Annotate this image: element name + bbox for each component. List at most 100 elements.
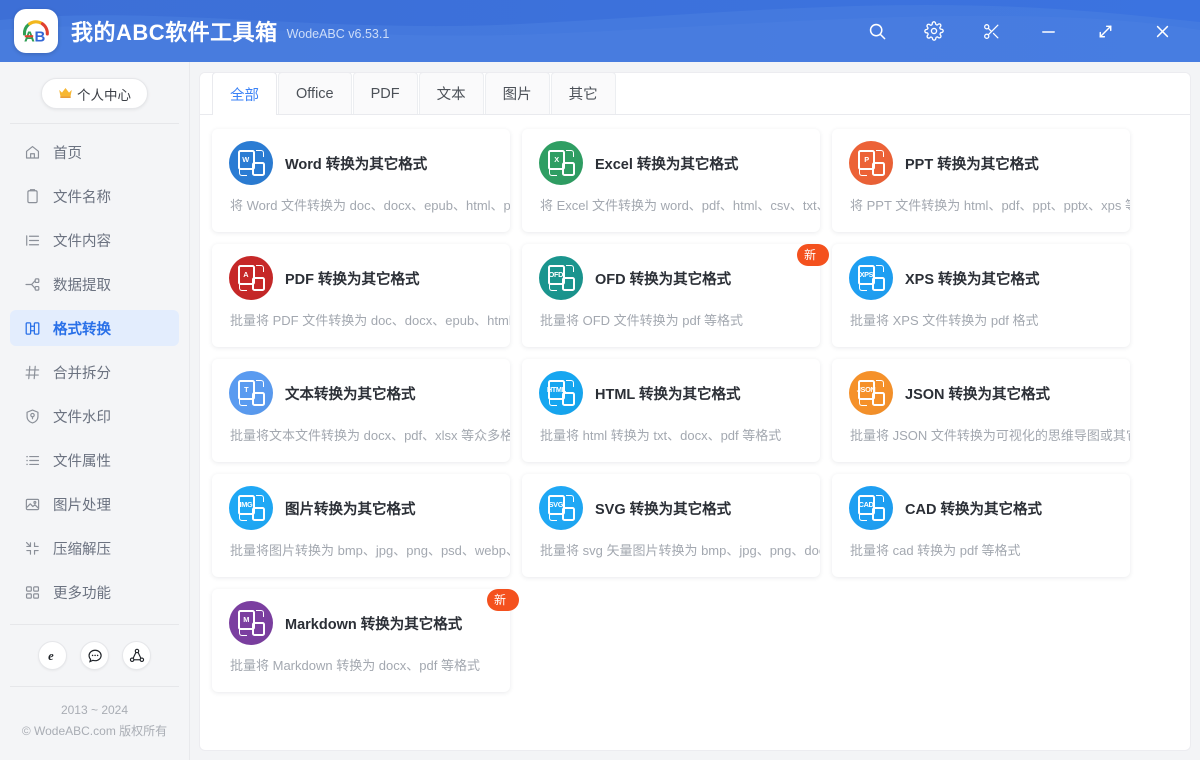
tool-card-head: JSON JSON 转换为其它格式 xyxy=(832,359,1130,415)
tool-card[interactable]: IMG 图片转换为其它格式 批量将图片转换为 bmp、jpg、png、psd、web… xyxy=(212,474,510,577)
tool-card-description: 批量将 XPS 文件转换为 pdf 格式 xyxy=(850,313,1039,328)
sidebar-item-label: 压缩解压 xyxy=(53,541,111,558)
tool-card[interactable]: XPS XPS 转换为其它格式批量将 XPS 文件转换为 pdf 格式 xyxy=(832,244,1130,347)
image-icon xyxy=(23,495,42,514)
sidebar-item-label: 文件属性 xyxy=(53,453,111,470)
tool-card-head: XPS XPS 转换为其它格式 xyxy=(832,244,1130,300)
tab-other[interactable]: 其它 xyxy=(550,73,616,114)
minimize-icon[interactable] xyxy=(1024,0,1072,62)
tab-image[interactable]: 图片 xyxy=(484,73,550,114)
sidebar-item-watermark[interactable]: 文件水印 xyxy=(10,398,179,434)
sidebar-item-file-content[interactable]: 文件内容 xyxy=(10,222,179,258)
sidebar-item-format-convert[interactable]: 格式转换 xyxy=(10,310,179,346)
personal-center-button[interactable]: 个人中心 xyxy=(41,78,148,109)
tool-card-wrap: IMG 图片转换为其它格式 批量将图片转换为 bmp、jpg、png、psd、web… xyxy=(212,474,510,577)
sidebar-item-home[interactable]: 首页 xyxy=(10,134,179,170)
extract-icon xyxy=(23,275,42,294)
sidebar-item-label: 首页 xyxy=(53,145,82,162)
list-icon xyxy=(23,451,42,470)
tool-card[interactable]: CAD CAD 转换为其它格式 批量将 cad 转换为 pdf 等格式 xyxy=(832,474,1130,577)
tool-card-head: X Excel 转换为其它格式 xyxy=(522,129,820,185)
maximize-icon[interactable] xyxy=(1081,0,1129,62)
tool-card-icon: JSON xyxy=(849,371,893,415)
tool-card-title: CAD 转换为其它格式 xyxy=(905,501,1042,518)
crown-icon xyxy=(58,86,73,101)
tool-card[interactable]: SVG SVG 转换为其它格式 批量将 svg 矢量图片转换为 bmp、jpg、pn… xyxy=(522,474,820,577)
sidebar-item-label: 文件水印 xyxy=(53,409,111,426)
sidebar-item-file-name[interactable]: 文件名称 xyxy=(10,178,179,214)
tool-card-title: JSON 转换为其它格式 xyxy=(905,386,1051,403)
tool-card-description: 批量将 OFD 文件转换为 pdf 等格式 xyxy=(540,313,743,328)
sidebar-item-image-processing[interactable]: 图片处理 xyxy=(10,486,179,522)
sidebar-item-compress[interactable]: 压缩解压 xyxy=(10,530,179,566)
svg-text:B: B xyxy=(35,29,46,46)
tool-card-description: 批量将 PDF 文件转换为 doc、docx、epub、html、 xyxy=(230,313,510,328)
tool-card-description: 批量将 JSON 文件转换为可视化的思维导图或其它格 xyxy=(850,428,1130,443)
apps-grid-icon xyxy=(23,583,42,602)
sidebar-item-more-features[interactable]: 更多功能 xyxy=(10,574,179,610)
tool-card-wrap: A PDF 转换为其它格式批量将 PDF 文件转换为 doc、docx、epub、… xyxy=(212,244,510,347)
sidebar-item-data-extract[interactable]: 数据提取 xyxy=(10,266,179,302)
tab-pdf[interactable]: PDF xyxy=(352,73,418,114)
tool-card-head: W Word 转换为其它格式 xyxy=(212,129,510,185)
sidebar-item-merge-split[interactable]: 合并拆分 xyxy=(10,354,179,390)
tool-card-icon: CAD xyxy=(849,486,893,530)
tool-card-title: Excel 转换为其它格式 xyxy=(595,156,739,173)
tool-card[interactable]: M Markdown 转换为其它格式 批量将 Markdown 转换为 docx、p… xyxy=(212,589,510,692)
tool-card-head: IMG 图片转换为其它格式 xyxy=(212,474,510,530)
tool-card-head: HTML HTML 转换为其它格式 xyxy=(522,359,820,415)
sidebar-item-file-attributes[interactable]: 文件属性 xyxy=(10,442,179,478)
tool-card-head: A PDF 转换为其它格式 xyxy=(212,244,510,300)
tool-card-title: PDF 转换为其它格式 xyxy=(285,271,420,288)
scissors-icon[interactable] xyxy=(967,0,1015,62)
home-icon xyxy=(23,143,42,162)
tool-card[interactable]: HTML HTML 转换为其它格式 批量将 html 转换为 txt、docx、pd… xyxy=(522,359,820,462)
tool-card[interactable]: T 文本转换为其它格式 批量将文本文件转换为 docx、pdf、xlsx 等众多格式 xyxy=(212,359,510,462)
tab-text[interactable]: 文本 xyxy=(418,73,484,114)
tool-card-description: 批量将 Markdown 转换为 docx、pdf 等格式 xyxy=(230,658,480,673)
tool-card-title: HTML 转换为其它格式 xyxy=(595,386,741,403)
tool-card[interactable]: A PDF 转换为其它格式批量将 PDF 文件转换为 doc、docx、epub、… xyxy=(212,244,510,347)
tool-card[interactable]: P PPT 转换为其它格式将 PPT 文件转换为 html、pdf、ppt、ppt… xyxy=(832,129,1130,232)
tool-card[interactable]: OFD OFD 转换为其它格式批量将 OFD 文件转换为 pdf 等格式 xyxy=(522,244,820,347)
settings-gear-icon[interactable] xyxy=(910,0,958,62)
tool-card-icon: OFD xyxy=(539,256,583,300)
tool-card-grid: W Word 转换为其它格式将 Word 文件转换为 doc、docx、epub、… xyxy=(200,115,1190,692)
content-panel: 全部 Office PDF 文本 图片 其它 W Word 转换为其它格式将 Wo… xyxy=(200,73,1190,750)
copyright-owner: © WodeABC.com 版权所有 xyxy=(21,724,168,738)
tool-card-wrap: OFD OFD 转换为其它格式 批量将 OFD 文件转换为 pdf 等格式 新 xyxy=(522,244,829,347)
new-badge: 新 xyxy=(796,244,829,266)
browser-ie-icon[interactable]: e xyxy=(38,641,67,670)
app-logo-icon: A B xyxy=(14,9,58,53)
share-network-icon[interactable] xyxy=(122,641,151,670)
sidebar-item-label: 格式转换 xyxy=(53,321,111,338)
copyright-block: 2013 ~ 2024 © WodeABC.com 版权所有 xyxy=(0,687,189,760)
tool-card-icon: X xyxy=(539,141,583,185)
tool-card[interactable]: X Excel 转换为其它格式将 Excel 文件转换为 word、pdf、htm… xyxy=(522,129,820,232)
header-gap xyxy=(1072,31,1081,32)
tool-card-icon: W xyxy=(229,141,273,185)
tool-card-head: CAD CAD 转换为其它格式 xyxy=(832,474,1130,530)
tab-office[interactable]: Office xyxy=(278,73,352,114)
chat-bubble-icon[interactable] xyxy=(80,641,109,670)
search-icon[interactable] xyxy=(853,0,901,62)
tool-card-head: OFD OFD 转换为其它格式 xyxy=(522,244,820,300)
close-icon[interactable] xyxy=(1138,0,1186,62)
tool-card[interactable]: JSON JSON 转换为其它格式批量将 JSON 文件转换为可视化的思维导图或其… xyxy=(832,359,1130,462)
app-title: 我的ABC软件工具箱 xyxy=(71,20,278,45)
tool-card[interactable]: W Word 转换为其它格式将 Word 文件转换为 doc、docx、epub、… xyxy=(212,129,510,232)
tool-card-wrap: HTML HTML 转换为其它格式 批量将 html 转换为 txt、docx、pd… xyxy=(522,359,820,462)
tool-card-head: SVG SVG 转换为其它格式 xyxy=(522,474,820,530)
tool-card-wrap: M Markdown 转换为其它格式 批量将 Markdown 转换为 docx、p… xyxy=(212,589,519,692)
tool-card-wrap: SVG SVG 转换为其它格式 批量将 svg 矢量图片转换为 bmp、jpg、pn… xyxy=(522,474,820,577)
sidebar: 个人中心 首页 文件名称 文件内容 数据提取 格式转换 合并拆分 文件水印 文件… xyxy=(0,62,190,760)
tool-card-icon: M xyxy=(229,601,273,645)
sidebar-item-label: 文件名称 xyxy=(53,189,111,206)
vip-button-wrap: 个人中心 xyxy=(0,62,189,123)
sidebar-item-label: 文件内容 xyxy=(53,233,111,250)
tool-card-wrap: CAD CAD 转换为其它格式 批量将 cad 转换为 pdf 等格式 xyxy=(832,474,1130,577)
tool-card-wrap: X Excel 转换为其它格式将 Excel 文件转换为 word、pdf、htm… xyxy=(522,129,820,232)
sidebar-nav: 首页 文件名称 文件内容 数据提取 格式转换 合并拆分 文件水印 文件属性 图片… xyxy=(0,124,189,618)
app-version-label: WodeABC v6.53.1 xyxy=(286,27,390,41)
tab-all[interactable]: 全部 xyxy=(212,73,277,115)
